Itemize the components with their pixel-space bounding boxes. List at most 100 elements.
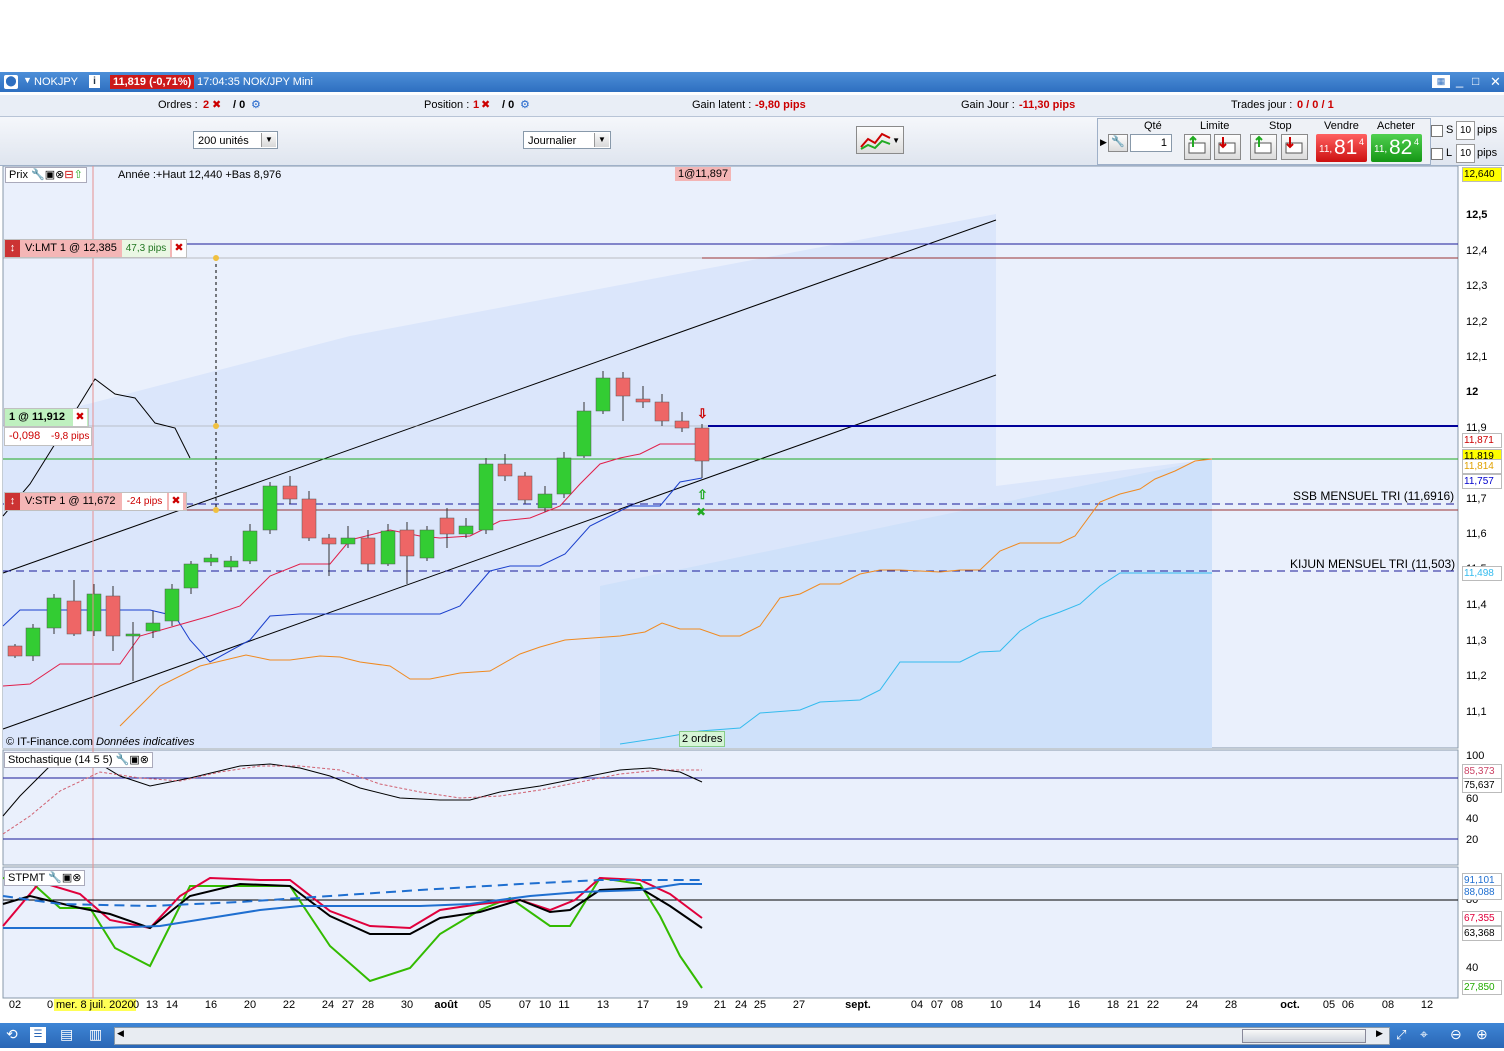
stop-sell-button[interactable] <box>1281 134 1308 160</box>
zoom-in-icon[interactable]: ⊕ <box>1476 1026 1488 1043</box>
top-order-tag[interactable]: 1@11,897 <box>675 167 732 181</box>
instrument-name[interactable]: NOKJPY <box>34 76 78 88</box>
candle-bull[interactable] <box>537 493 553 509</box>
limit-buy-button[interactable] <box>1184 134 1211 160</box>
zoom-range-icon[interactable]: ⌖ <box>1420 1026 1428 1043</box>
order-drag-handle-bottom[interactable] <box>213 507 219 513</box>
share-icon[interactable]: ⟲ <box>6 1026 18 1043</box>
close-icon[interactable]: ✖ <box>169 493 183 510</box>
stoch-y-axis[interactable]: 100 60 40 20 85,373 75,637 <box>1460 750 1504 865</box>
candle-bear[interactable] <box>360 537 376 565</box>
price-panel-header[interactable]: Prix 🔧▣⊗⊟⇧ <box>5 167 87 183</box>
candle-bear[interactable] <box>7 645 23 657</box>
horizontal-scrollbar[interactable]: ◀ ▶ <box>114 1027 1390 1045</box>
candle-bear[interactable] <box>497 463 513 477</box>
window-icon[interactable]: ▣ <box>129 754 139 766</box>
orders-cancel-icon[interactable]: ✖ <box>212 98 221 111</box>
minimize-icon[interactable]: _ <box>1456 73 1463 88</box>
candle-bull[interactable] <box>46 597 62 629</box>
candle-bear[interactable] <box>301 498 317 539</box>
candle-bull[interactable] <box>125 633 141 637</box>
info-icon[interactable]: i <box>89 75 100 88</box>
stpmt-y-axis[interactable]: 80 40 91,101 88,088 67,355 63,368 27,850 <box>1460 867 1504 998</box>
stop-order-box[interactable]: ↕ V:STP 1 @ 11,672 -24 pips ✖ <box>4 492 187 511</box>
period-select[interactable]: Journalier ▼ <box>523 131 611 149</box>
time-x-axis[interactable]: mer. 8 juil. 2020 02 0 0 13 14 16 20 22 24 27 28 30… <box>0 999 1460 1017</box>
zoom-out-icon[interactable]: ⊖ <box>1450 1026 1462 1043</box>
candle-bull[interactable] <box>164 588 180 622</box>
qty-input[interactable]: 1 <box>1130 134 1172 152</box>
window-icon[interactable]: ▣ <box>62 872 72 884</box>
candle-bull[interactable] <box>145 622 161 632</box>
position-settings-icon[interactable]: ⚙ <box>520 98 530 111</box>
orders-value[interactable]: 2 <box>203 99 209 111</box>
candle-bull[interactable] <box>223 560 239 568</box>
chevron-down-icon[interactable]: ▼ <box>892 136 900 145</box>
close-icon[interactable]: ✖ <box>73 409 87 426</box>
candle-bull[interactable] <box>419 529 435 559</box>
wrench-icon[interactable]: 🔧 <box>31 169 45 181</box>
close-icon[interactable]: ✕ <box>1490 74 1501 90</box>
candle-bear[interactable] <box>517 475 533 501</box>
candles-icon[interactable]: ▥ <box>89 1026 102 1043</box>
candle-bear[interactable] <box>321 537 337 545</box>
candle-bear[interactable] <box>615 377 631 397</box>
up-arrow-icon[interactable]: ⇧ <box>74 169 83 181</box>
candle-bull[interactable] <box>340 537 356 545</box>
table-icon[interactable]: ▤ <box>60 1026 73 1043</box>
candle-bear[interactable] <box>439 517 455 535</box>
calendar-icon[interactable]: ☰ <box>30 1027 46 1043</box>
candle-bull[interactable] <box>478 463 494 531</box>
close-icon[interactable]: ⊗ <box>72 872 81 884</box>
stpmt-panel-header[interactable]: STPMT 🔧▣⊗ <box>4 870 86 886</box>
limit-order-box[interactable]: ↕ V:LMT 1 @ 12,385 47,3 pips ✖ <box>4 239 187 258</box>
s-pips-input[interactable]: 10 <box>1456 121 1475 140</box>
candle-bear[interactable] <box>674 420 690 429</box>
candle-bull[interactable] <box>262 485 278 531</box>
close-icon[interactable]: ✖ <box>172 240 186 257</box>
keyboard-icon[interactable]: ▦ <box>1432 75 1450 88</box>
candle-bear[interactable] <box>654 401 670 422</box>
position-value[interactable]: 1 <box>473 99 479 111</box>
candle-bear[interactable] <box>694 427 710 462</box>
candle-bull[interactable] <box>86 593 102 632</box>
candle-bull[interactable] <box>380 530 396 565</box>
chevron-down-icon[interactable]: ▼ <box>261 133 276 147</box>
candle-bull[interactable] <box>25 627 41 657</box>
candle-bear[interactable] <box>66 600 82 635</box>
order-drag-handle-top[interactable] <box>213 255 219 261</box>
drag-handle-icon[interactable]: ↕ <box>5 240 20 257</box>
scrollbar-thumb[interactable] <box>1242 1029 1366 1043</box>
stoch-panel-header[interactable]: Stochastique (14 5 5) 🔧▣⊗ <box>4 752 153 768</box>
scroll-left-icon[interactable]: ◀ <box>117 1028 124 1039</box>
candle-bull[interactable] <box>242 530 258 562</box>
candle-bear[interactable] <box>399 529 415 557</box>
candle-bull[interactable] <box>595 377 611 412</box>
candle-bear[interactable] <box>105 595 121 637</box>
chevron-down-icon[interactable]: ▼ <box>594 133 609 147</box>
l-pips-input[interactable]: 10 <box>1456 144 1475 163</box>
sell-button[interactable]: 11, 81 4 <box>1316 134 1367 162</box>
window-icon[interactable]: ▣ <box>45 169 55 181</box>
position-close-icon[interactable]: ✖ <box>481 98 490 111</box>
candle-bear[interactable] <box>635 398 651 403</box>
zoom-fit-icon[interactable]: ⤢ <box>1396 1027 1406 1043</box>
chart-type-button[interactable]: ▼ <box>856 126 904 154</box>
limit-sell-button[interactable] <box>1214 134 1241 160</box>
candle-bull[interactable] <box>556 457 572 495</box>
instrument-dropdown-icon[interactable]: ▼ <box>23 75 32 85</box>
candle-bear[interactable] <box>282 485 298 500</box>
chart-canvas[interactable]: ⇩ ⇧ ✖ <box>0 166 1460 1000</box>
minus-icon[interactable]: ⊟ <box>64 169 73 181</box>
maximize-icon[interactable]: □ <box>1472 74 1479 88</box>
candle-bull[interactable] <box>183 563 199 589</box>
panel-toggle-icon[interactable]: ▶ <box>1100 137 1107 148</box>
order-drag-handle-mid[interactable] <box>213 423 219 429</box>
wrench-icon[interactable]: 🔧 <box>1108 134 1128 152</box>
units-select[interactable]: 200 unités ▼ <box>193 131 278 149</box>
candle-bull[interactable] <box>576 410 592 457</box>
scroll-right-icon[interactable]: ▶ <box>1376 1028 1383 1039</box>
buy-button[interactable]: 11, 82 4 <box>1371 134 1422 162</box>
stop-buy-button[interactable] <box>1250 134 1277 160</box>
candle-bull[interactable] <box>203 557 219 563</box>
